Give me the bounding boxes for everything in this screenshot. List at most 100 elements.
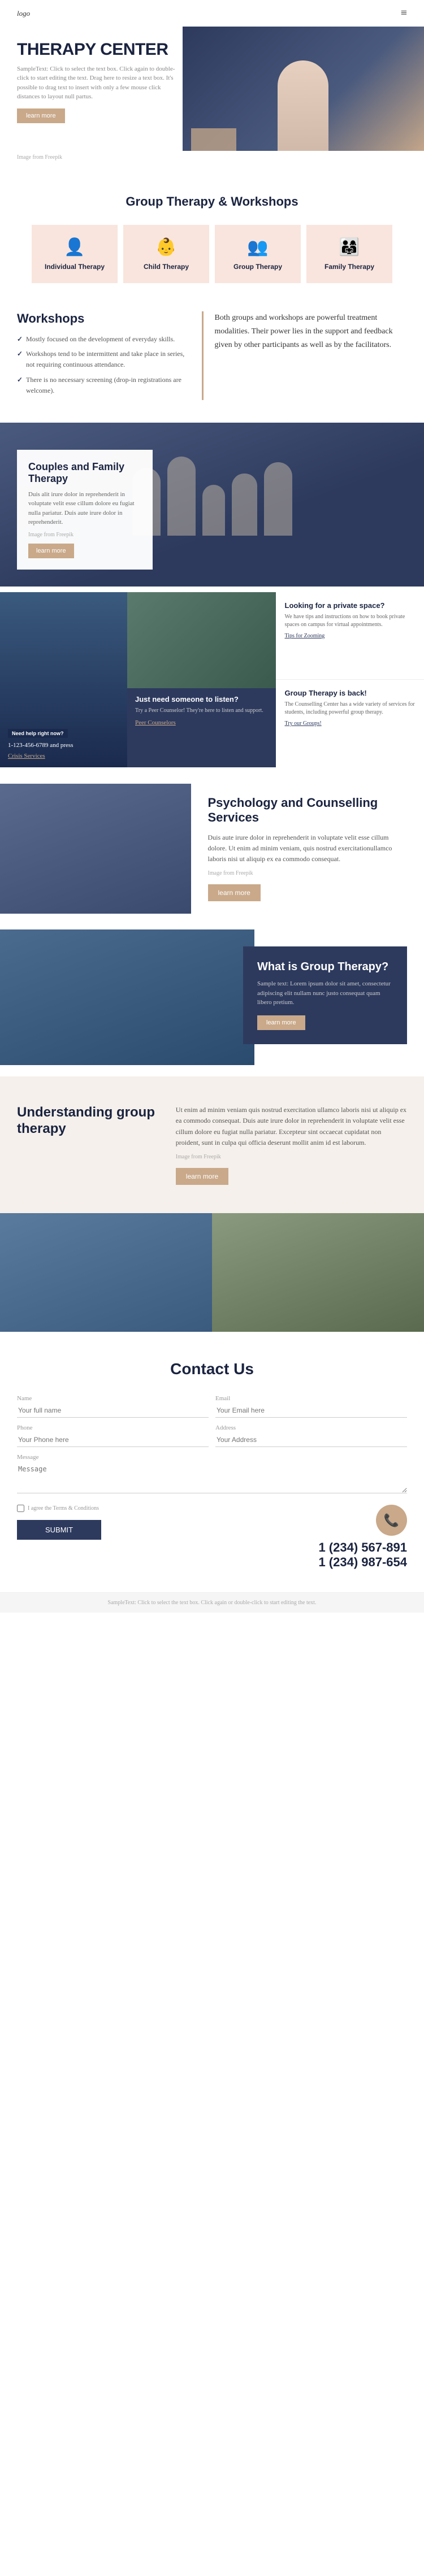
terms-label: I agree the Terms & Conditions (28, 1505, 99, 1511)
individual-therapy-icon: 👤 (37, 237, 112, 257)
psychology-learn-more-button[interactable]: learn more (208, 884, 261, 901)
group-what-card: What is Group Therapy? Sample text: Lore… (243, 946, 407, 1044)
hero-accent-rect (191, 128, 236, 151)
understanding-body: Ut enim ad minim veniam quis nostrud exe… (176, 1105, 407, 1148)
therapy-card-group[interactable]: 👥 Group Therapy (215, 225, 301, 283)
hero-body: SampleText: Click to select the text box… (17, 64, 181, 102)
crisis-label[interactable]: Crisis Services (8, 753, 119, 759)
group-therapy-title: Group Therapy & Workshops (17, 194, 407, 209)
right-cards-column: Looking for a private space? We have tip… (276, 592, 424, 767)
private-space-card: Looking for a private space? We have tip… (276, 592, 424, 680)
footer-note: SampleText: Click to select the text box… (17, 1600, 407, 1606)
group-what-image (0, 929, 254, 1065)
contact-section: Contact Us Name Email Phone Address Mess… (0, 1332, 424, 1592)
peer-title: Just need someone to listen? (135, 695, 268, 703)
therapy-card-child[interactable]: 👶 Child Therapy (123, 225, 209, 283)
private-space-body: We have tips and instructions on how to … (285, 613, 416, 629)
understanding-title: Understanding group therapy (17, 1105, 159, 1137)
therapy-cards-container: 👤 Individual Therapy 👶 Child Therapy 👥 G… (17, 225, 407, 283)
address-input[interactable] (215, 1433, 407, 1447)
email-label: Email (215, 1395, 407, 1402)
address-form-group: Address (215, 1424, 407, 1447)
couples-section: Couples and Family Therapy Duis alit iru… (0, 423, 424, 587)
group-back-title: Group Therapy is back! (285, 689, 416, 697)
contact-bottom: I agree the Terms & Conditions SUBMIT 📞 … (17, 1505, 407, 1570)
address-label: Address (215, 1424, 407, 1431)
bottom-image-left (0, 1213, 212, 1332)
peer-body: Try a Peer Counselor! They're here to li… (135, 707, 268, 715)
phone-input[interactable] (17, 1433, 209, 1447)
nav-menu-icon[interactable]: ≡ (401, 7, 407, 20)
understanding-left: Understanding group therapy (17, 1105, 159, 1185)
group-back-link[interactable]: Try our Groups! (285, 720, 416, 727)
group-therapy-label: Group Therapy (220, 263, 295, 271)
individual-therapy-label: Individual Therapy (37, 263, 112, 271)
workshop-item-2: ✓ Workshops tend to be intermittent and … (17, 349, 185, 370)
hero-learn-more-button[interactable]: learn more (17, 108, 65, 123)
message-label: Message (17, 1454, 407, 1461)
workshops-section: Workshops ✓ Mostly focused on the develo… (0, 294, 424, 417)
contact-phone-area: 📞 1 (234) 567-891 1 (234) 987-654 (318, 1505, 407, 1570)
bottom-image-right (212, 1213, 424, 1332)
workshop-item-1: ✓ Mostly focused on the development of e… (17, 334, 185, 345)
phone-icon-circle: 📞 (376, 1505, 407, 1536)
psychology-caption: Image from Freepik (208, 870, 408, 876)
couples-overlay-card: Couples and Family Therapy Duis alit iru… (17, 450, 153, 570)
child-therapy-label: Child Therapy (129, 263, 204, 271)
terms-checkbox[interactable] (17, 1505, 24, 1512)
phone-number-2: 1 (234) 987-654 (318, 1555, 407, 1570)
couples-learn-more-button[interactable]: learn more (28, 544, 74, 558)
therapy-card-individual[interactable]: 👤 Individual Therapy (32, 225, 118, 283)
group-what-btn[interactable]: learn more (257, 1015, 305, 1030)
phone-number-1: 1 (234) 567-891 (318, 1540, 407, 1555)
phone-form-group: Phone (17, 1424, 209, 1447)
workshops-left: Workshops ✓ Mostly focused on the develo… (17, 311, 185, 400)
three-col-section: Need help right now? 1-123-456-6789 and … (0, 592, 424, 767)
workshops-right: Both groups and workshops are powerful t… (202, 311, 407, 400)
hero-text: THERAPY CENTER SampleText: Click to sele… (17, 38, 181, 151)
crisis-phone: 1-123-456-6789 and press (8, 741, 119, 750)
group-therapy-icon: 👥 (220, 237, 295, 257)
crisis-badge: Need help right now? (8, 729, 68, 738)
family-therapy-icon: 👨‍👩‍👧 (312, 237, 387, 257)
contact-form: Name Email Phone Address Message (17, 1395, 407, 1493)
therapy-card-family[interactable]: 👨‍👩‍👧 Family Therapy (306, 225, 392, 283)
understanding-section: Understanding group therapy Ut enim ad m… (0, 1076, 424, 1213)
psychology-content: Psychology and Counselling Services Duis… (191, 779, 424, 918)
workshop-item-3: ✓ There is no necessary screening (drop-… (17, 375, 185, 396)
group-what-title: What is Group Therapy? (257, 961, 393, 974)
contact-title: Contact Us (17, 1360, 407, 1378)
submit-button[interactable]: SUBMIT (17, 1520, 101, 1540)
hero-image-caption: Image from Freepik (0, 151, 424, 172)
message-input[interactable] (17, 1462, 407, 1493)
hero-section: THERAPY CENTER SampleText: Click to sele… (0, 27, 424, 151)
hero-title: THERAPY CENTER (17, 41, 181, 59)
couples-body: Duis alit irure dolor in reprehenderit i… (28, 490, 141, 527)
psychology-image (0, 784, 191, 914)
crisis-overlay: Need help right now? 1-123-456-6789 and … (0, 721, 127, 767)
workshops-list: ✓ Mostly focused on the development of e… (17, 334, 185, 396)
hero-image-area (183, 27, 424, 151)
private-space-link[interactable]: Tips for Zooming (285, 633, 416, 639)
workshops-title: Workshops (17, 311, 185, 326)
name-input[interactable] (17, 1404, 209, 1418)
group-what-body: Sample text: Lorem ipsum dolor sit amet,… (257, 979, 393, 1007)
phone-label: Phone (17, 1424, 209, 1431)
couples-caption: Image from Freepik (28, 532, 141, 538)
crisis-column: Need help right now? 1-123-456-6789 and … (0, 592, 127, 767)
child-therapy-icon: 👶 (129, 237, 204, 257)
group-back-body: The Counselling Center has a wide variet… (285, 701, 416, 716)
group-back-card: Group Therapy is back! The Counselling C… (276, 680, 424, 767)
private-space-title: Looking for a private space? (285, 601, 416, 610)
email-input[interactable] (215, 1404, 407, 1418)
footer: SampleText: Click to select the text box… (0, 1592, 424, 1613)
peer-counselors-link[interactable]: Peer Counselors (135, 719, 268, 726)
email-form-group: Email (215, 1395, 407, 1418)
understanding-learn-more-button[interactable]: learn more (176, 1168, 228, 1185)
phone-icon: 📞 (384, 1513, 399, 1528)
workshops-right-text: Both groups and workshops are powerful t… (215, 311, 407, 351)
name-form-group: Name (17, 1395, 209, 1418)
psychology-body: Duis aute irure dolor in reprehenderit i… (208, 832, 408, 865)
peer-column: Just need someone to listen? Try a Peer … (127, 592, 276, 767)
bottom-images (0, 1213, 424, 1332)
